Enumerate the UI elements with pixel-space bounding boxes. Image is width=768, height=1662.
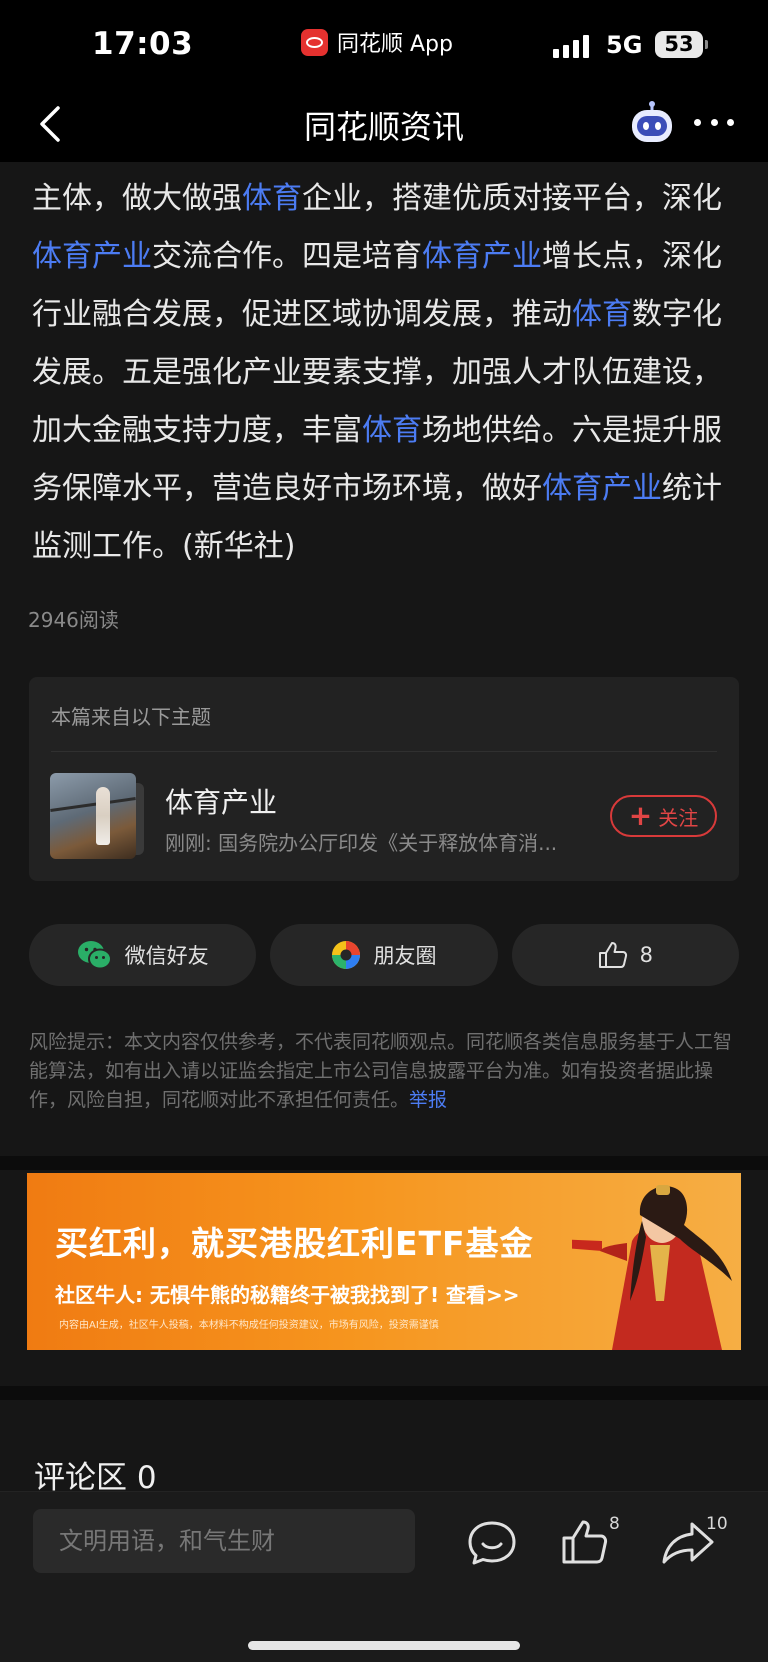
disclaimer-text: 风险提示：本文内容仅供参考，不代表同花顺观点。同花顺各类信息服务基于人工智能算法…: [29, 1031, 733, 1111]
follow-button[interactable]: + 关注: [610, 795, 717, 837]
ad-fine-print: 内容由AI生成，社区牛人投稿，本材料不构成任何投资建议，市场有风险，投资需谨慎: [59, 1320, 439, 1331]
bottom-like-count: 8: [609, 1514, 620, 1534]
share-count: 10: [706, 1514, 728, 1534]
comment-icon[interactable]: [462, 1516, 522, 1568]
keyword-link[interactable]: 体育: [242, 181, 302, 216]
battery-icon: 53: [655, 31, 708, 58]
thumbs-up-icon: [598, 942, 627, 968]
topic-latest-news: 刚刚: 国务院办公厅印发《关于释放体育消...: [165, 831, 558, 855]
ad-subtitle: 社区牛人: 无惧牛熊的秘籍终于被我找到了! 查看>>: [55, 1283, 520, 1307]
top-bar: 17:03 同花顺 App 5G 53 同花顺资讯: [0, 0, 768, 162]
topic-thumbnail: [50, 773, 144, 859]
section-divider: [0, 1156, 768, 1170]
wechat-icon: [77, 941, 112, 970]
keyword-link[interactable]: 体育: [572, 297, 632, 332]
return-to-app-indicator[interactable]: 同花顺 App: [301, 26, 453, 58]
follow-label: 关注: [658, 805, 699, 830]
read-count: 2946阅读: [28, 608, 119, 632]
home-indicator[interactable]: [248, 1641, 520, 1650]
section-divider: [0, 1386, 768, 1400]
report-link[interactable]: 举报: [409, 1089, 447, 1111]
more-dots-icon[interactable]: [694, 116, 734, 128]
moments-icon: [332, 941, 361, 969]
bottom-action-bar: 8 10: [0, 1491, 768, 1662]
robot-assistant-icon[interactable]: [628, 100, 676, 146]
topic-header: 本篇来自以下主题: [51, 705, 211, 729]
article-text: 主体，做大做强: [32, 181, 242, 216]
like-count: 8: [639, 943, 653, 967]
share-wechat-label: 微信好友: [124, 944, 209, 968]
risk-disclaimer: 风险提示：本文内容仅供参考，不代表同花顺观点。同花顺各类信息服务基于人工智能算法…: [29, 1028, 741, 1115]
keyword-link[interactable]: 体育产业: [422, 239, 542, 274]
topic-card[interactable]: 本篇来自以下主题 体育产业 刚刚: 国务院办公厅印发《关于释放体育消... + …: [29, 677, 739, 881]
app-name-label: 同花顺 App: [337, 32, 453, 57]
share-wechat-button[interactable]: 微信好友: [29, 924, 257, 986]
keyword-link[interactable]: 体育: [362, 413, 422, 448]
share-row: 微信好友 朋友圈 8: [29, 924, 739, 986]
like-button[interactable]: 8: [511, 924, 739, 986]
thumbs-up-icon[interactable]: [556, 1516, 616, 1568]
article-text: 企业，搭建优质对接平台，深化: [302, 181, 722, 216]
keyword-link[interactable]: 体育产业: [542, 471, 662, 506]
app-logo-icon: [301, 28, 328, 56]
ad-title: 买红利，就买港股红利ETF基金: [55, 1224, 534, 1263]
article-body: 主体，做大做强体育企业，搭建优质对接平台，深化体育产业交流合作。四是培育体育产业…: [32, 170, 744, 576]
status-time: 17:03: [92, 26, 194, 62]
plus-icon: +: [628, 799, 653, 832]
topic-name: 体育产业: [165, 786, 278, 819]
share-moments-button[interactable]: 朋友圈: [270, 924, 498, 986]
comment-input[interactable]: [33, 1509, 415, 1573]
keyword-link[interactable]: 体育产业: [32, 239, 152, 274]
share-moments-label: 朋友圈: [373, 944, 437, 968]
nav-bar: 同花顺资讯: [0, 88, 768, 162]
article-text: 交流合作。四是培育: [152, 239, 422, 274]
divider: [51, 751, 717, 752]
signal-icon: [553, 34, 589, 58]
ad-banner[interactable]: 买红利，就买港股红利ETF基金 社区牛人: 无惧牛熊的秘籍终于被我找到了! 查看…: [27, 1173, 741, 1350]
ad-character-illustration: [572, 1185, 732, 1350]
network-type: 5G: [606, 31, 643, 59]
status-bar: 17:03 同花顺 App 5G 53: [0, 0, 768, 88]
